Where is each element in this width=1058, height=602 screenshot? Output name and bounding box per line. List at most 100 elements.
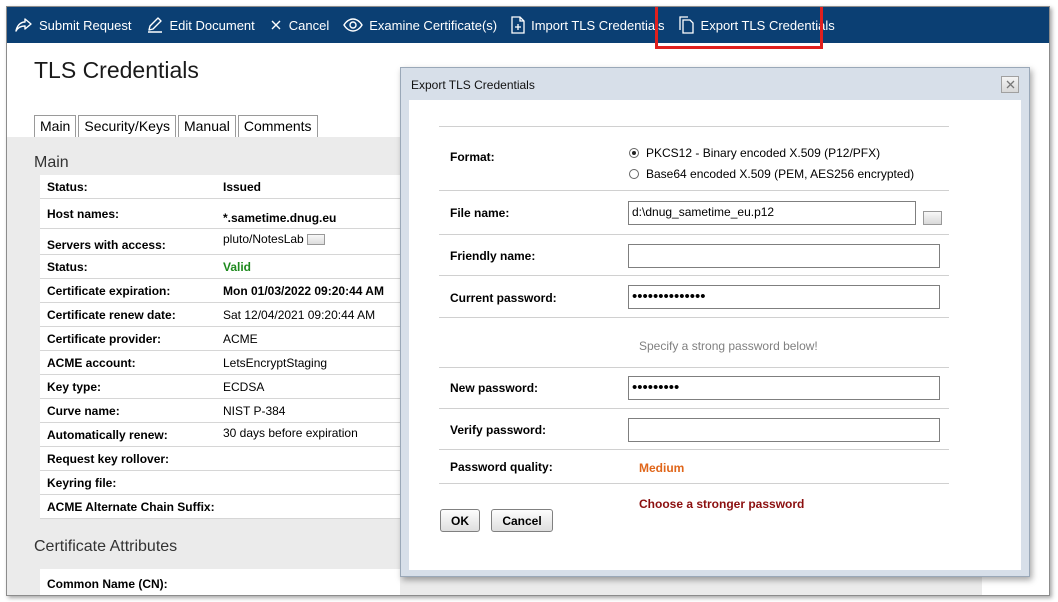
field-label: ACME Alternate Chain Suffix:: [47, 499, 215, 514]
verify-password-label: Verify password:: [450, 423, 547, 437]
password-hint: Specify a strong password below!: [639, 339, 818, 353]
format-pkcs12-radio[interactable]: PKCS12 - Binary encoded X.509 (P12/PFX): [629, 146, 880, 160]
tab-manual[interactable]: Manual: [177, 115, 236, 137]
export-tls-credentials-button[interactable]: Export TLS Credentials: [678, 7, 835, 43]
field-value: NIST P-384: [223, 403, 286, 418]
import-tls-credentials-button[interactable]: Import TLS Credentials: [511, 7, 665, 43]
field-row: Common Name (CN):: [40, 569, 400, 595]
divider: [439, 483, 949, 484]
close-icon: [271, 20, 281, 30]
page-title: TLS Credentials: [34, 57, 199, 83]
tab-security-keys[interactable]: Security/Keys: [78, 115, 176, 137]
current-password-input[interactable]: ••••••••••••••: [628, 285, 940, 309]
verify-password-input[interactable]: [628, 418, 940, 442]
field-row: Certificate provider: ACME: [40, 327, 400, 351]
password-warning: Choose a stronger password: [639, 497, 805, 511]
close-icon: [1006, 80, 1014, 89]
new-password-row: New password: •••••••••: [439, 367, 949, 408]
ok-button[interactable]: OK: [440, 509, 480, 532]
format-row: Format: PKCS12 - Binary encoded X.509 (P…: [439, 126, 949, 190]
action-toolbar: Submit Request Edit Document Cancel Exam…: [7, 7, 1049, 43]
cancel-label: Cancel: [288, 17, 330, 33]
cancel-button[interactable]: Cancel: [269, 7, 329, 43]
dialog-body: Format: PKCS12 - Binary encoded X.509 (P…: [409, 100, 1021, 570]
file-browse-button[interactable]: [923, 211, 942, 225]
dialog-cancel-button[interactable]: Cancel: [491, 509, 553, 532]
current-password-row: Current password: ••••••••••••••: [439, 275, 949, 317]
hint-row: Specify a strong password below!: [439, 317, 949, 367]
field-value: Sat 12/04/2021 09:20:44 AM: [223, 307, 376, 322]
submit-request-button[interactable]: Submit Request: [15, 7, 132, 43]
submit-request-label: Submit Request: [39, 17, 132, 33]
field-label: Curve name:: [47, 403, 120, 418]
field-row: Host names: *.sametime.dnug.eu: [40, 199, 400, 229]
edit-document-button[interactable]: Edit Document: [146, 7, 255, 43]
share-arrow-icon: [15, 18, 32, 32]
field-value: Issued: [223, 179, 262, 194]
verify-password-row: Verify password:: [439, 408, 949, 449]
field-label: Certificate renew date:: [47, 307, 176, 322]
format-label: Format:: [450, 150, 495, 164]
field-value: ECDSA: [223, 379, 265, 394]
field-label: Status:: [47, 259, 88, 274]
file-name-input[interactable]: d:\dnug_sametime_eu.p12: [628, 201, 916, 225]
friendly-name-row: Friendly name:: [439, 234, 949, 275]
file-name-row: File name: d:\dnug_sametime_eu.p12: [439, 190, 949, 234]
dialog-close-button[interactable]: [1001, 76, 1019, 93]
new-password-input[interactable]: •••••••••: [628, 376, 940, 400]
field-value: *.sametime.dnug.eu: [223, 210, 337, 225]
file-name-label: File name:: [450, 206, 510, 220]
main-fields: Status: Issued Host names: *.sametime.dnug…: [40, 175, 400, 519]
field-label: Key type:: [47, 379, 102, 394]
field-row: Certificate renew date: Sat 12/04/2021 09…: [40, 303, 400, 327]
import-tls-credentials-label: Import TLS Credentials: [531, 17, 665, 33]
tab-main[interactable]: Main: [34, 115, 77, 137]
password-quality-label: Password quality:: [450, 460, 553, 474]
file-copy-icon: [678, 16, 694, 34]
field-label: Servers with access:: [47, 237, 166, 252]
field-label: Keyring file:: [47, 475, 117, 490]
examine-certificates-button[interactable]: Examine Certificate(s): [343, 7, 497, 43]
field-value: Valid: [223, 259, 252, 274]
password-quality-row: Password quality: Medium: [439, 449, 949, 483]
field-value: ACME: [223, 331, 258, 346]
field-row: Status: Valid: [40, 255, 400, 279]
field-row: Request key rollover:: [40, 447, 400, 471]
section-title-main: Main: [34, 154, 69, 171]
field-value: Mon 01/03/2022 09:20:44 AM: [223, 283, 384, 298]
tab-comments[interactable]: Comments: [237, 115, 318, 137]
format-base64-radio[interactable]: Base64 encoded X.509 (PEM, AES256 encryp…: [629, 167, 914, 181]
file-add-icon: [511, 16, 525, 34]
field-label: Common Name (CN):: [47, 576, 168, 591]
field-label: Host names:: [47, 206, 120, 221]
password-quality-value: Medium: [639, 461, 685, 475]
field-value: 30 days before expiration: [223, 425, 358, 440]
current-password-label: Current password:: [450, 291, 557, 305]
dialog-title: Export TLS Credentials: [411, 78, 535, 92]
field-label: Automatically renew:: [47, 427, 168, 442]
field-value: LetsEncryptStaging: [223, 355, 328, 370]
field-label: Status:: [47, 179, 88, 194]
tab-bar: Main Security/Keys Manual Comments: [34, 115, 320, 137]
field-row: Keyring file:: [40, 471, 400, 495]
examine-certificates-label: Examine Certificate(s): [369, 17, 498, 33]
field-row: Key type: ECDSA: [40, 375, 400, 399]
field-row: Status: Issued: [40, 175, 400, 199]
format-pkcs12-label: PKCS12 - Binary encoded X.509 (P12/PFX): [646, 146, 881, 160]
radio-selected-icon: [629, 148, 639, 158]
servers-picker-button[interactable]: [306, 233, 325, 245]
field-label: ACME account:: [47, 355, 136, 370]
field-row: Certificate expiration: Mon 01/03/2022 09…: [40, 279, 400, 303]
field-label: Certificate expiration:: [47, 283, 171, 298]
certificate-fields: Common Name (CN):: [40, 569, 400, 595]
pencil-icon: [147, 17, 162, 33]
format-base64-label: Base64 encoded X.509 (PEM, AES256 encryp…: [646, 167, 915, 181]
section-title-certificate-attributes: Certificate Attributes: [34, 538, 178, 555]
friendly-name-label: Friendly name:: [450, 249, 536, 263]
field-row: Automatically renew: 30 days before expir…: [40, 423, 400, 447]
field-row: Curve name: NIST P-384: [40, 399, 400, 423]
edit-document-label: Edit Document: [169, 17, 255, 33]
friendly-name-input[interactable]: [628, 244, 940, 268]
app-window: Submit Request Edit Document Cancel Exam…: [6, 6, 1050, 596]
field-label: Certificate provider:: [47, 331, 162, 346]
